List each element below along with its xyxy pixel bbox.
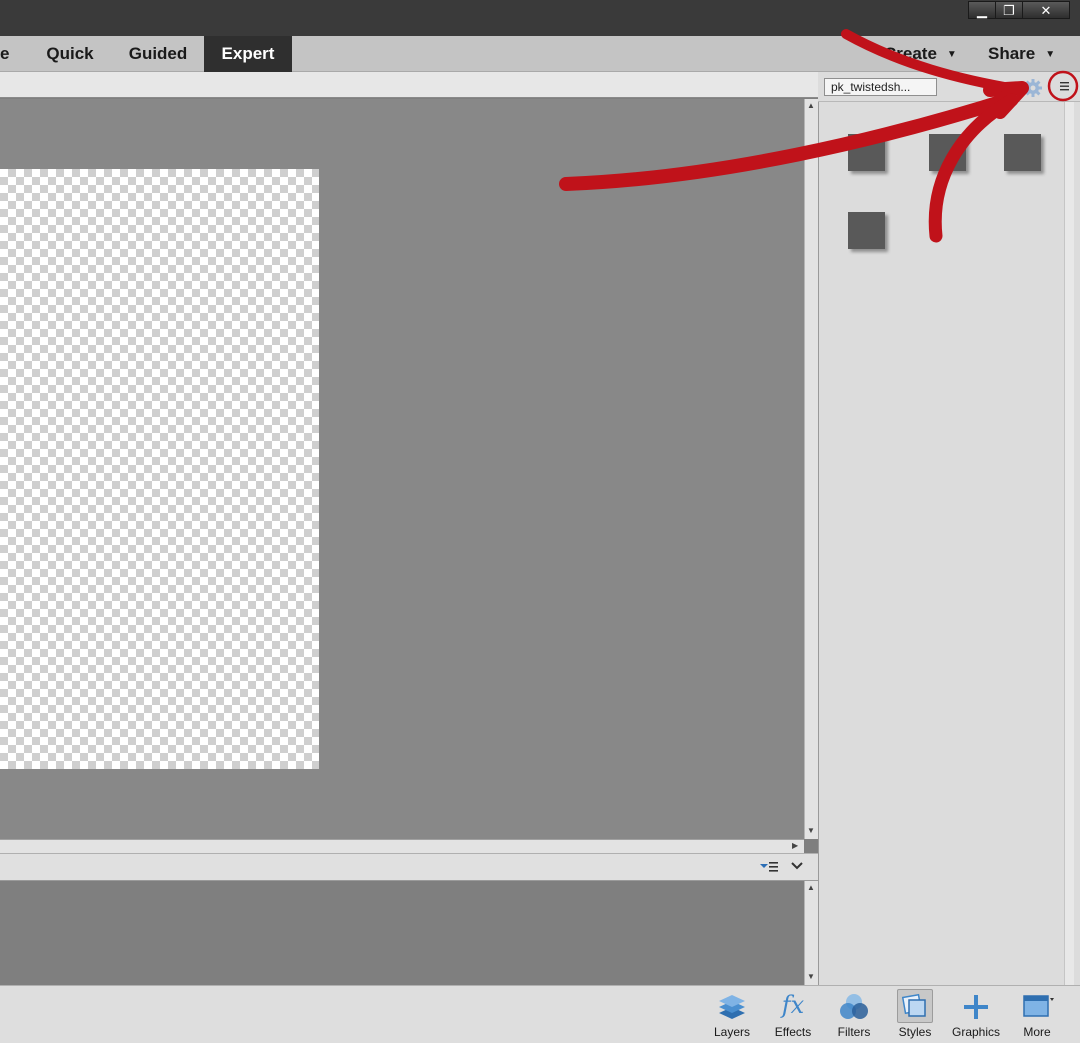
- styles-icon: [902, 993, 926, 1017]
- styles-panel-scrollbar[interactable]: [1064, 102, 1074, 985]
- create-menu-button[interactable]: Create ▼: [884, 36, 957, 72]
- style-library-value: pk_twistedsh...: [831, 80, 911, 94]
- tab-label: Quick: [46, 44, 94, 63]
- photo-bin[interactable]: [0, 881, 804, 985]
- fx-icon: fx: [780, 991, 805, 1019]
- close-button[interactable]: ✕: [1022, 1, 1070, 19]
- scroll-up-icon[interactable]: ▲: [807, 883, 815, 892]
- more-button[interactable]: More: [1007, 985, 1067, 1043]
- effects-label: Effects: [774, 1025, 812, 1039]
- more-label: More: [1023, 1025, 1051, 1039]
- layers-icon: [719, 995, 745, 1019]
- plus-icon: [964, 995, 988, 1019]
- restore-button[interactable]: ❐: [995, 1, 1023, 19]
- tab-label: Expert: [221, 44, 275, 63]
- filters-label: Filters: [837, 1025, 871, 1039]
- create-label: Create: [884, 44, 937, 63]
- graphics-button[interactable]: Graphics: [946, 985, 1006, 1043]
- bin-vertical-scrollbar[interactable]: ▲ ▼: [804, 881, 818, 985]
- chevron-down-icon: ▼: [946, 48, 957, 60]
- collapse-chevron-icon[interactable]: [791, 861, 803, 871]
- layers-label: Layers: [713, 1025, 751, 1039]
- style-swatch[interactable]: [848, 134, 885, 171]
- effects-button[interactable]: fx Effects: [763, 985, 823, 1043]
- tab-quick[interactable]: Quick: [36, 36, 104, 72]
- restore-icon: ❐: [1003, 3, 1015, 18]
- tab-expert[interactable]: Expert: [204, 36, 292, 72]
- tab-edit-partial[interactable]: e: [0, 36, 12, 72]
- scroll-up-icon[interactable]: ▲: [807, 101, 815, 110]
- style-swatch[interactable]: [1004, 134, 1041, 171]
- share-label: Share: [988, 44, 1036, 63]
- scroll-right-icon[interactable]: ▶: [792, 841, 798, 850]
- styles-button[interactable]: Styles: [885, 985, 945, 1043]
- style-library-select[interactable]: pk_twistedsh...: [824, 78, 937, 96]
- bin-options-icon[interactable]: [760, 860, 778, 874]
- scroll-down-icon[interactable]: ▼: [807, 826, 815, 835]
- styles-panel: [818, 72, 1080, 985]
- graphics-label: Graphics: [951, 1025, 1001, 1039]
- minimize-button[interactable]: ▁: [968, 1, 996, 19]
- panel-menu-icon[interactable]: [1059, 81, 1071, 91]
- tab-label: Guided: [128, 44, 188, 63]
- minimize-icon: ▁: [977, 3, 987, 18]
- close-icon: ✕: [1040, 3, 1052, 18]
- style-swatch[interactable]: [929, 134, 966, 171]
- chevron-down-icon: ▼: [1045, 48, 1056, 60]
- scroll-down-icon[interactable]: ▼: [807, 972, 815, 981]
- svg-text:fx: fx: [780, 991, 805, 1019]
- photo-bin-header: [0, 853, 818, 881]
- canvas-horizontal-scrollbar[interactable]: ▶: [0, 839, 804, 853]
- filters-button[interactable]: Filters: [824, 985, 884, 1043]
- title-bar: [0, 0, 1080, 36]
- transparent-canvas[interactable]: [0, 169, 319, 769]
- style-swatch[interactable]: [848, 212, 885, 249]
- document-tab-strip: [0, 72, 818, 98]
- styles-label: Styles: [898, 1025, 932, 1039]
- canvas-vertical-scrollbar[interactable]: ▲ ▼: [804, 99, 818, 839]
- more-window-icon: [1023, 995, 1054, 1017]
- tab-label: e: [0, 44, 10, 63]
- share-menu-button[interactable]: Share ▼: [988, 36, 1055, 72]
- tab-guided[interactable]: Guided: [118, 36, 198, 72]
- gear-icon[interactable]: [1023, 78, 1043, 98]
- layers-button[interactable]: Layers: [702, 985, 762, 1043]
- filters-icon: [840, 994, 868, 1019]
